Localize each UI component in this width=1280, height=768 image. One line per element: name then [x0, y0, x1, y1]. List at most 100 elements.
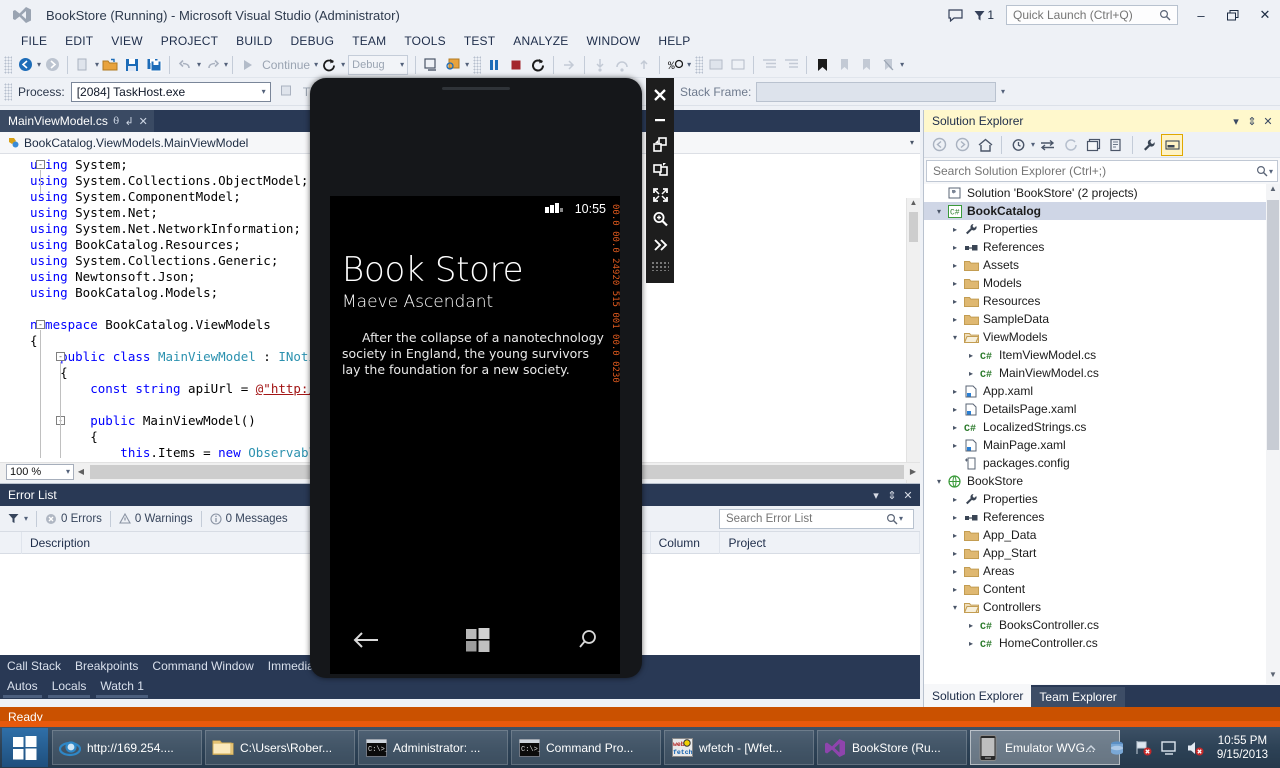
document-tab-mainviewmodel[interactable]: MainViewModel.cs ⍬ ↲ ✕ [0, 110, 154, 132]
undo-icon[interactable] [174, 54, 196, 76]
taskbar-item[interactable]: C:\>_Command Pro... [511, 730, 661, 765]
dock-tab-locals[interactable]: Locals [45, 677, 94, 695]
clear-bookmarks-icon[interactable] [877, 54, 899, 76]
show-hidden-icons-button[interactable] [1081, 738, 1101, 758]
expand-twisty-icon[interactable]: ▸ [948, 225, 962, 234]
taskbar-item[interactable]: http://169.254.... [52, 730, 202, 765]
phone-search-button[interactable] [576, 628, 600, 657]
close-tab-icon[interactable]: ✕ [139, 115, 148, 128]
expand-twisty-icon[interactable]: ▸ [964, 369, 978, 378]
expand-twisty-icon[interactable]: ▸ [948, 261, 962, 270]
quick-launch-box[interactable] [1006, 5, 1178, 25]
solution-explorer-search-box[interactable]: ▾ [926, 160, 1278, 182]
tree-item[interactable]: ▸Assets [924, 256, 1280, 274]
expand-twisty-icon[interactable]: ▸ [948, 585, 962, 594]
feedback-icon[interactable] [942, 2, 968, 28]
start-button[interactable] [2, 728, 48, 767]
restart-icon[interactable] [318, 54, 340, 76]
attach-to-process-icon[interactable] [420, 54, 442, 76]
close-icon[interactable] [646, 82, 674, 107]
hex-display-icon[interactable]: % [664, 54, 686, 76]
rotate-left-icon[interactable] [646, 132, 674, 157]
collapse-twisty-icon[interactable]: ▾ [948, 603, 962, 612]
fit-to-screen-icon[interactable] [646, 182, 674, 207]
tree-item[interactable]: ▸SampleData [924, 310, 1280, 328]
tree-item[interactable]: ▸C#ItemViewModel.cs [924, 346, 1280, 364]
restart-debug-icon[interactable] [527, 54, 549, 76]
show-all-files-icon[interactable] [1105, 134, 1127, 156]
expand-twisty-icon[interactable]: ▸ [948, 567, 962, 576]
flag-icon[interactable] [1133, 738, 1153, 758]
hex-caret[interactable]: ▾ [687, 60, 691, 69]
solution-explorer-scrollbar[interactable]: ▲ ▼ [1266, 184, 1280, 684]
outlining-toggle[interactable]: - [36, 320, 45, 329]
tree-item[interactable]: Solution 'BookStore' (2 projects) [924, 184, 1280, 202]
sync-with-active-document-icon[interactable] [1036, 134, 1058, 156]
tree-item[interactable]: ▾ViewModels [924, 328, 1280, 346]
expand-twisty-icon[interactable]: ▸ [948, 549, 962, 558]
step-into-icon[interactable] [589, 54, 611, 76]
menu-item-help[interactable]: HELP [649, 32, 699, 50]
quick-launch-input[interactable] [1013, 8, 1159, 22]
tree-item[interactable]: ▸Properties [924, 490, 1280, 508]
tree-item[interactable]: ▸C#MainViewModel.cs [924, 364, 1280, 382]
editor-vertical-scrollbar[interactable]: ▲ [906, 198, 920, 486]
error-list-pin-icon[interactable]: ⇕ [884, 489, 900, 502]
expand-twisty-icon[interactable]: ▸ [948, 297, 962, 306]
error-list-search-box[interactable]: ▾ [719, 509, 914, 529]
save-all-icon[interactable] [143, 54, 165, 76]
show-next-statement-icon[interactable] [558, 54, 580, 76]
pending-changes-caret[interactable]: ▾ [1031, 140, 1035, 149]
solution-explorer-search-caret[interactable]: ▾ [1269, 167, 1273, 176]
windows-phone-emulator[interactable]: 10:55 Book Store Maeve Ascendant After t… [310, 78, 642, 678]
break-all-icon[interactable] [483, 54, 505, 76]
navigate-forward-button[interactable] [41, 54, 63, 76]
tree-item[interactable]: ▸References [924, 508, 1280, 526]
pending-changes-icon[interactable] [1007, 134, 1029, 156]
emulator-toolbar-drag-handle[interactable] [651, 261, 669, 271]
toolbar-overflow-caret[interactable]: ▾ [900, 60, 904, 69]
expand-twisty-icon[interactable]: ▸ [948, 405, 962, 414]
save-icon[interactable] [121, 54, 143, 76]
menu-item-window[interactable]: WINDOW [577, 32, 649, 50]
process-dropdown[interactable]: [2084] TaskHost.exe ▾ [71, 82, 271, 102]
tree-item[interactable]: ▾BookStore [924, 472, 1280, 490]
volume-icon[interactable] [1185, 738, 1205, 758]
phone-back-button[interactable] [352, 630, 380, 655]
decrease-indent-icon[interactable] [758, 54, 780, 76]
column-header[interactable]: Column [651, 532, 721, 554]
tree-item[interactable]: ▸App_Data [924, 526, 1280, 544]
panel-tab-team-explorer[interactable]: Team Explorer [1031, 687, 1124, 707]
taskbar-clock[interactable]: 10:55 PM 9/15/2013 [1211, 734, 1274, 762]
dock-tab-watch-1[interactable]: Watch 1 [93, 677, 151, 695]
uncomment-selection-icon[interactable] [727, 54, 749, 76]
errors-filter-button[interactable]: 0 Errors [37, 507, 110, 531]
increase-indent-icon[interactable] [780, 54, 802, 76]
taskbar-item[interactable]: C:\Users\Rober... [205, 730, 355, 765]
stack-frame-dropdown[interactable] [756, 82, 996, 102]
tree-item[interactable]: ▾Controllers [924, 598, 1280, 616]
collapse-twisty-icon[interactable]: ▾ [932, 477, 946, 486]
notifications-button[interactable]: 1 [970, 8, 998, 22]
restore-button[interactable] [1218, 1, 1248, 29]
menu-item-tools[interactable]: TOOLS [395, 32, 454, 50]
minimize-button[interactable]: – [1186, 1, 1216, 29]
column-header[interactable] [0, 532, 22, 554]
pin-tab-icon[interactable]: ↲ [124, 115, 133, 128]
tree-item[interactable]: ▸References [924, 238, 1280, 256]
solution-scroll-down-arrow[interactable]: ▼ [1266, 670, 1280, 684]
forward-icon[interactable] [951, 134, 973, 156]
expand-twisty-icon[interactable]: ▸ [948, 423, 962, 432]
expand-more-icon[interactable] [646, 232, 674, 257]
debug-location-overflow-caret[interactable]: ▾ [1001, 87, 1005, 96]
taskbar-item[interactable]: BookStore (Ru... [817, 730, 967, 765]
collapse-twisty-icon[interactable]: ▾ [948, 333, 962, 342]
error-list-search-input[interactable] [726, 513, 886, 525]
dock-tab-breakpoints[interactable]: Breakpoints [68, 655, 145, 677]
display-icon[interactable] [1159, 738, 1179, 758]
menu-item-project[interactable]: PROJECT [152, 32, 227, 50]
tree-item[interactable]: packages.config [924, 454, 1280, 472]
minimize-icon[interactable] [646, 107, 674, 132]
redo-icon[interactable] [201, 54, 223, 76]
collapse-twisty-icon[interactable]: ▾ [932, 207, 946, 216]
